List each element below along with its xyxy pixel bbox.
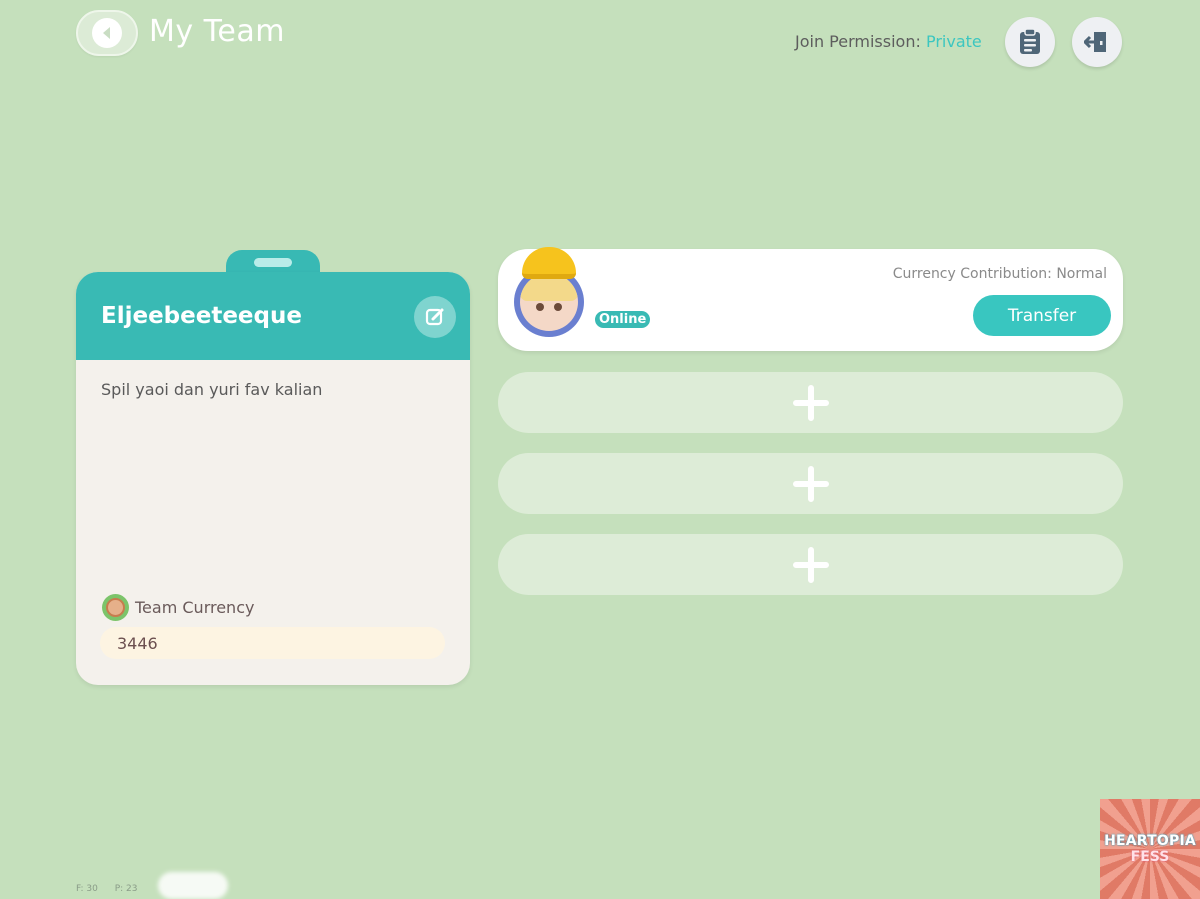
avatar[interactable]	[512, 247, 586, 337]
empty-member-slot[interactable]	[498, 534, 1123, 595]
team-name: Eljeebeeteeque	[101, 303, 302, 329]
plus-icon	[792, 465, 829, 502]
ping-readout: P: 23	[114, 884, 138, 894]
team-currency-value: 3446	[100, 627, 445, 659]
coin-icon	[102, 594, 129, 621]
join-permission-value[interactable]: Private	[926, 32, 982, 51]
exit-door-icon	[1084, 32, 1106, 52]
empty-member-slot[interactable]	[498, 453, 1123, 514]
back-arrow-icon	[92, 18, 122, 48]
team-card: Eljeebeeteeque Spil yaoi dan yuri fav ka…	[76, 272, 470, 685]
watermark-line2: FESS	[1130, 849, 1170, 865]
team-card-header: Eljeebeeteeque	[76, 272, 470, 360]
back-button[interactable]	[76, 10, 138, 56]
team-description: Spil yaoi dan yuri fav kalian	[101, 380, 323, 399]
team-currency-label: Team Currency	[135, 598, 255, 617]
plus-icon	[792, 384, 829, 421]
edit-icon	[425, 308, 444, 326]
plus-icon	[792, 546, 829, 583]
member-row[interactable]: Online Currency Contribution: Normal Tra…	[498, 247, 1123, 351]
performance-stats: F: 30 P: 23	[76, 884, 151, 894]
join-permission-label: Join Permission:	[795, 32, 921, 51]
status-badge: Online	[593, 309, 653, 330]
empty-member-slot[interactable]	[498, 372, 1123, 433]
watermark-line1: HEARTOPIA	[1104, 833, 1196, 849]
edit-team-button[interactable]	[414, 296, 456, 338]
leave-team-button[interactable]	[1072, 17, 1122, 67]
currency-contribution: Currency Contribution: Normal	[892, 266, 1107, 282]
hard-hat-icon	[522, 247, 576, 279]
clipboard-icon	[1020, 29, 1040, 54]
redacted-area	[158, 872, 228, 899]
join-permission: Join Permission: Private	[795, 32, 982, 51]
team-currency-row: Team Currency	[102, 594, 254, 621]
team-log-button[interactable]	[1005, 17, 1055, 67]
fps-readout: F: 30	[76, 884, 98, 894]
transfer-button[interactable]: Transfer	[973, 295, 1111, 336]
page-title: My Team	[149, 14, 285, 49]
watermark-logo: HEARTOPIA FESS	[1100, 799, 1200, 899]
